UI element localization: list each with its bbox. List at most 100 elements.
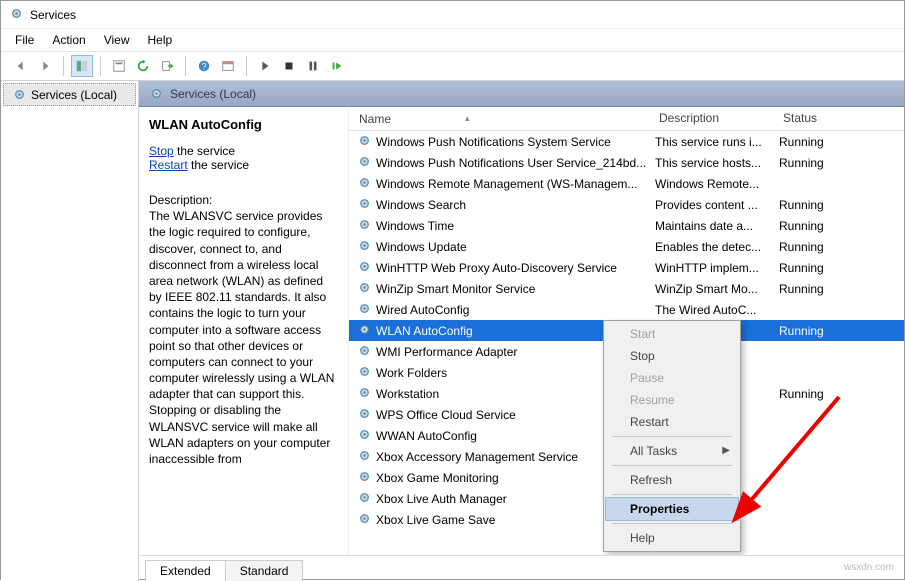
service-name: Xbox Live Auth Manager <box>376 492 507 506</box>
restart-service-button[interactable] <box>326 55 348 77</box>
context-menu: Start Stop Pause Resume Restart All Task… <box>603 320 741 552</box>
services-icon <box>12 87 27 102</box>
gear-icon <box>357 469 372 487</box>
column-name-label: Name <box>359 112 391 126</box>
tab-standard[interactable]: Standard <box>225 560 304 581</box>
refresh-button[interactable] <box>132 55 154 77</box>
window-title: Services <box>30 8 76 22</box>
help-button[interactable]: ? <box>193 55 215 77</box>
gear-icon <box>357 385 372 403</box>
tab-bar: Extended Standard <box>139 555 904 581</box>
ctx-alltasks[interactable]: All Tasks ▶ <box>606 440 738 462</box>
column-name[interactable]: Name ▴ <box>349 107 649 130</box>
gear-icon <box>357 217 372 235</box>
tree-item-services-local[interactable]: Services (Local) <box>3 83 136 106</box>
service-row[interactable]: Wired AutoConfigThe Wired AutoC... <box>349 299 904 320</box>
gear-icon <box>357 322 372 340</box>
service-row[interactable]: Windows UpdateEnables the detec...Runnin… <box>349 236 904 257</box>
start-service-button[interactable] <box>254 55 276 77</box>
ctx-resume[interactable]: Resume <box>606 389 738 411</box>
calendar-button[interactable] <box>217 55 239 77</box>
services-icon <box>149 86 164 101</box>
service-name: WinZip Smart Monitor Service <box>376 282 535 296</box>
service-desc-cell: WinZip Smart Mo... <box>649 282 773 296</box>
service-name-cell: Windows Search <box>349 196 649 214</box>
service-row[interactable]: Windows Push Notifications System Servic… <box>349 131 904 152</box>
toolbar-separator <box>185 56 186 76</box>
service-list-panel: Name ▴ Description Status Windows Push N… <box>349 107 904 555</box>
detail-pane: Services (Local) WLAN AutoConfig Stop th… <box>139 81 904 581</box>
ctx-stop[interactable]: Stop <box>606 345 738 367</box>
toolbar-separator <box>63 56 64 76</box>
service-name: Windows Time <box>376 219 454 233</box>
service-row[interactable]: Windows SearchProvides content ...Runnin… <box>349 194 904 215</box>
detail-header-title: Services (Local) <box>170 87 256 101</box>
service-desc-cell: Windows Remote... <box>649 177 773 191</box>
ctx-properties[interactable]: Properties <box>605 497 739 521</box>
properties-button[interactable] <box>108 55 130 77</box>
service-name-cell: Windows Push Notifications System Servic… <box>349 133 649 151</box>
service-name: WWAN AutoConfig <box>376 429 477 443</box>
forward-button[interactable] <box>34 55 56 77</box>
ctx-help[interactable]: Help <box>606 527 738 549</box>
menu-help[interactable]: Help <box>148 33 173 47</box>
service-row[interactable]: Windows Push Notifications User Service_… <box>349 152 904 173</box>
service-name-cell: Windows Push Notifications User Service_… <box>349 154 649 172</box>
show-tree-button[interactable] <box>71 55 93 77</box>
service-status-cell: Running <box>773 324 853 338</box>
service-status-cell: Running <box>773 387 853 401</box>
service-name: Windows Search <box>376 198 466 212</box>
description-label: Description: <box>149 192 338 208</box>
service-row[interactable]: WinZip Smart Monitor Service WinZip Smart… <box>349 278 904 299</box>
submenu-arrow-icon: ▶ <box>722 445 730 456</box>
ctx-separator <box>612 465 732 466</box>
gear-icon <box>357 154 372 172</box>
service-name: Work Folders <box>376 366 447 380</box>
column-headers: Name ▴ Description Status <box>349 107 904 131</box>
menu-file[interactable]: File <box>15 33 34 47</box>
menu-action[interactable]: Action <box>52 33 85 47</box>
pause-service-button[interactable] <box>302 55 324 77</box>
tab-extended[interactable]: Extended <box>145 560 226 581</box>
service-name: Wired AutoConfig <box>376 303 469 317</box>
service-name: Windows Update <box>376 240 467 254</box>
sort-asc-icon: ▴ <box>465 113 470 124</box>
export-button[interactable] <box>156 55 178 77</box>
service-row[interactable]: Windows TimeMaintains date a...Running <box>349 215 904 236</box>
service-name: Windows Push Notifications User Service_… <box>376 156 646 170</box>
back-button[interactable] <box>10 55 32 77</box>
toolbar: ? <box>1 51 904 81</box>
restart-link[interactable]: Restart <box>149 158 188 172</box>
gear-icon <box>357 280 372 298</box>
service-row[interactable]: WinHTTP Web Proxy Auto-Discovery Service… <box>349 257 904 278</box>
detail-header: Services (Local) <box>139 81 904 107</box>
gear-icon <box>357 364 372 382</box>
stop-link[interactable]: Stop <box>149 144 174 158</box>
service-desc-cell: Maintains date a... <box>649 219 773 233</box>
ctx-start[interactable]: Start <box>606 323 738 345</box>
ctx-restart[interactable]: Restart <box>606 411 738 433</box>
description-block: Description: The WLANSVC service provide… <box>149 192 338 467</box>
service-status-cell: Running <box>773 198 853 212</box>
ctx-alltasks-label: All Tasks <box>630 444 677 458</box>
description-text: The WLANSVC service provides the logic r… <box>149 208 338 467</box>
gear-icon <box>357 175 372 193</box>
ctx-refresh[interactable]: Refresh <box>606 469 738 491</box>
gear-icon <box>357 448 372 466</box>
service-row[interactable]: Windows Remote Management (WS-Managem...… <box>349 173 904 194</box>
column-status[interactable]: Status <box>773 107 853 130</box>
gear-icon <box>357 427 372 445</box>
service-status-cell: Running <box>773 135 853 149</box>
service-status-cell: Running <box>773 156 853 170</box>
column-description[interactable]: Description <box>649 107 773 130</box>
menu-view[interactable]: View <box>104 33 130 47</box>
stop-service-button[interactable] <box>278 55 300 77</box>
service-desc-cell: WinHTTP implem... <box>649 261 773 275</box>
service-name: Xbox Accessory Management Service <box>376 450 578 464</box>
info-panel: WLAN AutoConfig Stop the service Restart… <box>139 107 349 555</box>
service-name-cell: Windows Update <box>349 238 649 256</box>
service-desc-cell: This service runs i... <box>649 135 773 149</box>
ctx-pause[interactable]: Pause <box>606 367 738 389</box>
service-action-restart: Restart the service <box>149 158 338 172</box>
service-status-cell: Running <box>773 282 853 296</box>
